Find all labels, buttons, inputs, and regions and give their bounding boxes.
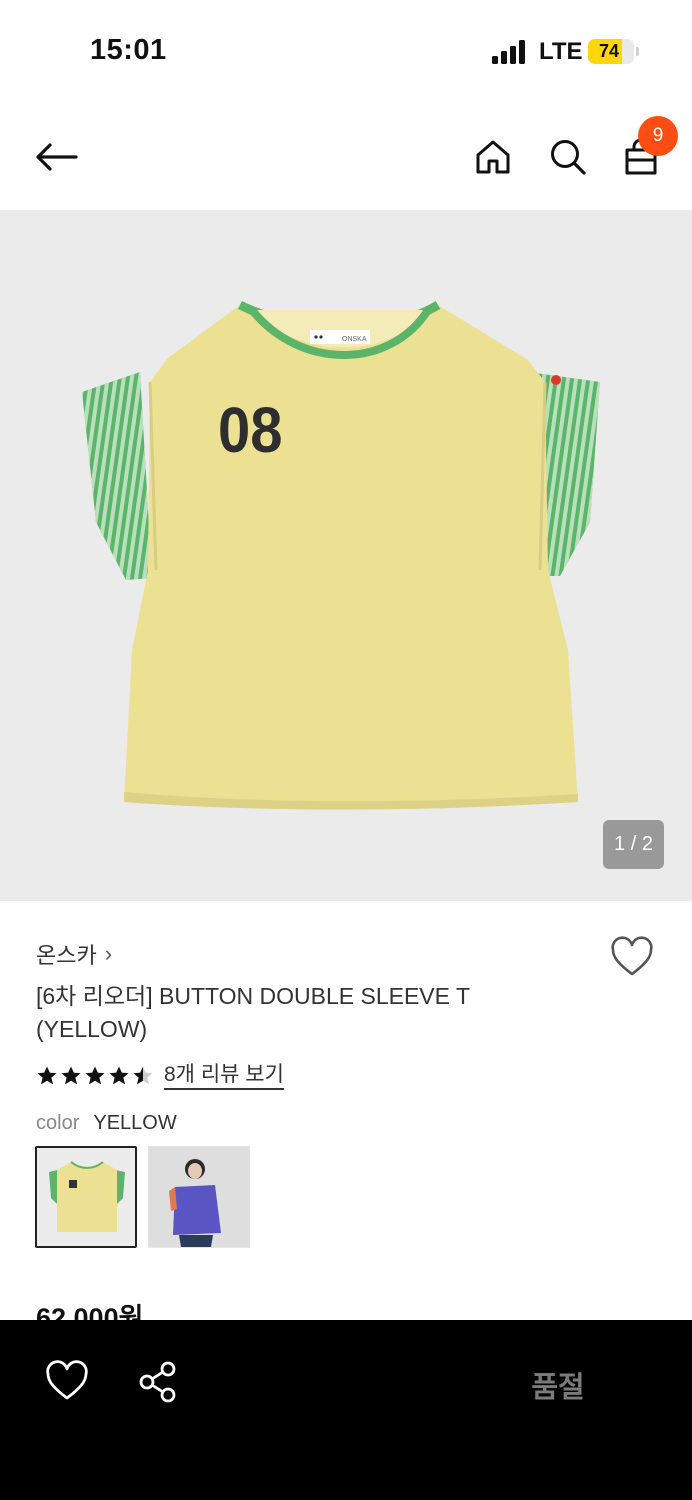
- app-header: 9: [0, 100, 692, 210]
- star-icon: [109, 1066, 129, 1085]
- search-icon: [551, 140, 586, 175]
- rating-stars: [36, 1065, 154, 1087]
- chevron-right-icon: ›: [104, 941, 113, 966]
- option-row: color YELLOW: [36, 1112, 177, 1135]
- swatch-image-yellow: [37, 1148, 135, 1246]
- product-title: [6차 리오더] BUTTON DOUBLE SLEEVE T (YELLOW): [36, 983, 470, 1042]
- image-pager: 1 / 2: [603, 820, 664, 869]
- star-icon: [85, 1066, 105, 1085]
- heart-icon[interactable]: [44, 1360, 90, 1404]
- home-icon: [476, 140, 510, 174]
- arrow-left-icon: [36, 143, 78, 171]
- battery-percent: 74: [598, 41, 620, 61]
- cart-count-badge: 9: [638, 116, 678, 156]
- network-type: LTE: [539, 38, 583, 65]
- color-swatch-blue[interactable]: [148, 1146, 250, 1248]
- rating-row: 8개 리뷰 보기: [36, 1062, 284, 1090]
- star-icon: [37, 1066, 57, 1085]
- option-value: YELLOW: [93, 1112, 177, 1134]
- star-icon: [61, 1066, 81, 1085]
- soldout-button[interactable]: 품절: [500, 1364, 616, 1406]
- review-link[interactable]: 8개 리뷰 보기: [164, 1062, 284, 1090]
- neck-tag-text: ONSKA: [342, 336, 367, 343]
- status-bar: 15:01 LTE 74: [0, 0, 692, 100]
- color-swatch-yellow[interactable]: [35, 1146, 137, 1248]
- status-time: 15:01: [90, 34, 167, 66]
- home-button[interactable]: [470, 134, 516, 180]
- search-button[interactable]: [545, 134, 591, 180]
- swatch-image-model: [149, 1147, 249, 1247]
- back-button[interactable]: [30, 135, 82, 179]
- signal-icon: [492, 40, 525, 64]
- battery-tip: [636, 47, 639, 56]
- option-label: color: [36, 1112, 80, 1134]
- bottom-action-bar: 품절: [0, 1320, 692, 1500]
- battery-icon: 74: [588, 39, 634, 64]
- share-icon[interactable]: [136, 1360, 180, 1404]
- product-image[interactable]: ONSKA 08: [0, 210, 692, 901]
- brand-link[interactable]: 온스카 ›: [36, 938, 112, 970]
- product-gallery[interactable]: ONSKA 08 1 / 2: [0, 210, 692, 901]
- wishlist-heart-icon[interactable]: [610, 936, 654, 980]
- shirt-graphic-number: 08: [218, 394, 283, 465]
- star-icon: [133, 1066, 153, 1085]
- brand-name: 온스카: [36, 943, 97, 968]
